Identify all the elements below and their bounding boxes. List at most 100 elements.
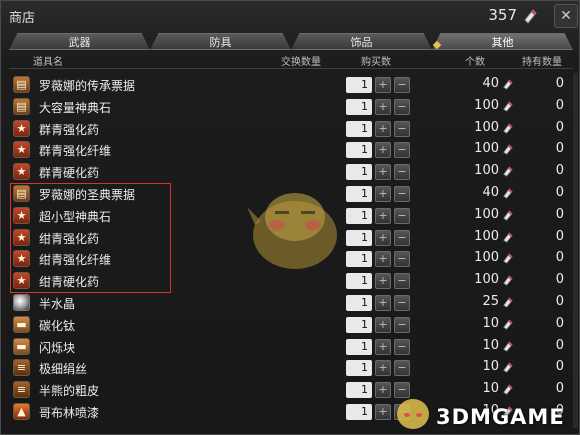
currency-icon <box>503 101 513 112</box>
tab-weapons[interactable]: 武器 <box>9 33 150 50</box>
currency-icon <box>503 210 513 221</box>
item-price: 10 <box>482 381 499 397</box>
purchase-qty-input[interactable]: 1 <box>346 273 372 290</box>
star-icon: ★ <box>13 250 30 268</box>
currency-icon <box>503 384 513 395</box>
decrement-button[interactable]: − <box>394 316 410 333</box>
decrement-button[interactable]: − <box>394 251 410 268</box>
purchase-qty-input[interactable]: 1 <box>346 360 372 377</box>
tab-other[interactable]: 其他 <box>432 33 573 50</box>
item-price: 40 <box>482 185 499 200</box>
orb-icon <box>13 294 30 311</box>
increment-button[interactable]: + <box>375 98 391 115</box>
item-row[interactable]: ▤ 罗薇娜的传承票据 1 + − 40 0 <box>9 74 573 95</box>
decrement-button[interactable]: − <box>394 207 410 224</box>
owned-count: 0 <box>555 250 564 266</box>
item-row[interactable]: ≡ 极细绢丝 1 + − 10 0 <box>9 357 573 378</box>
decrement-button[interactable]: − <box>394 98 410 115</box>
increment-button[interactable]: + <box>375 338 391 355</box>
decrement-button[interactable]: − <box>394 273 410 290</box>
increment-button[interactable]: + <box>375 120 391 137</box>
owned-count: 0 <box>555 272 564 288</box>
increment-button[interactable]: + <box>375 251 391 268</box>
scrollbar[interactable] <box>573 73 578 428</box>
owned-count: 0 <box>555 119 564 135</box>
tab-accessories[interactable]: 饰品 <box>291 33 432 50</box>
currency-icon <box>503 79 513 90</box>
owned-count: 0 <box>555 76 564 91</box>
decrement-button[interactable]: − <box>394 360 410 377</box>
scroll-icon: ≡ <box>13 359 30 377</box>
star-icon: ★ <box>13 163 30 181</box>
close-icon[interactable]: ✕ <box>554 4 578 28</box>
purchase-qty-input[interactable]: 1 <box>346 251 372 268</box>
star-icon: ★ <box>13 119 30 137</box>
purchase-qty-input[interactable]: 1 <box>346 295 372 311</box>
currency-icon <box>503 297 513 308</box>
increment-button[interactable]: + <box>375 360 391 377</box>
item-row[interactable]: ▤ 大容量神典石 1 + − 100 0 <box>9 96 573 117</box>
item-row[interactable]: ▬ 碳化钛 1 + − 10 0 <box>9 314 573 335</box>
item-name: 群青硬化药 <box>39 166 100 181</box>
item-row[interactable]: ★ 绀青硬化药 1 + − 100 0 <box>9 270 573 291</box>
increment-button[interactable]: + <box>375 404 391 420</box>
owned-count: 0 <box>555 294 564 309</box>
item-price: 100 <box>474 141 499 157</box>
decrement-button[interactable]: − <box>394 164 410 181</box>
increment-button[interactable]: + <box>375 316 391 333</box>
item-price: 100 <box>474 163 499 179</box>
currency-amount: 357 <box>488 6 517 24</box>
owned-count: 0 <box>555 381 564 397</box>
decrement-button[interactable]: − <box>394 338 410 355</box>
increment-button[interactable]: + <box>375 207 391 224</box>
decrement-button[interactable]: − <box>394 186 410 202</box>
item-price: 100 <box>474 272 499 288</box>
purchase-qty-input[interactable]: 1 <box>346 142 372 159</box>
increment-button[interactable]: + <box>375 164 391 181</box>
header-divider <box>9 68 573 69</box>
increment-button[interactable]: + <box>375 142 391 159</box>
currency-icon <box>503 340 513 352</box>
decrement-button[interactable]: − <box>394 120 410 137</box>
increment-button[interactable]: + <box>375 186 391 202</box>
purchase-qty-input[interactable]: 1 <box>346 77 372 93</box>
item-row[interactable]: ★ 群青强化纤维 1 + − 100 0 <box>9 139 573 160</box>
increment-button[interactable]: + <box>375 77 391 93</box>
owned-count: 0 <box>555 315 564 331</box>
purchase-qty-input[interactable]: 1 <box>346 186 372 202</box>
decrement-button[interactable]: − <box>394 229 410 246</box>
decrement-button[interactable]: − <box>394 295 410 311</box>
owned-count: 0 <box>555 141 564 157</box>
increment-button[interactable]: + <box>375 382 391 399</box>
purchase-qty-input[interactable]: 1 <box>346 338 372 355</box>
purchase-qty-input[interactable]: 1 <box>346 98 372 115</box>
star-icon: ★ <box>13 272 30 290</box>
fire-icon: ▲ <box>13 403 30 420</box>
tab-armor[interactable]: 防具 <box>150 33 291 50</box>
scroll-icon: ≡ <box>13 381 30 399</box>
item-row[interactable]: ▬ 闪烁块 1 + − 10 0 <box>9 336 573 357</box>
item-price: 10 <box>482 337 499 353</box>
increment-button[interactable]: + <box>375 273 391 290</box>
purchase-qty-input[interactable]: 1 <box>346 120 372 137</box>
item-name: 绀青强化药 <box>39 231 100 246</box>
purchase-qty-input[interactable]: 1 <box>346 404 372 420</box>
purchase-qty-input[interactable]: 1 <box>346 316 372 333</box>
item-row[interactable]: 半水晶 1 + − 25 0 <box>9 292 573 313</box>
purchase-qty-input[interactable]: 1 <box>346 382 372 399</box>
item-price: 40 <box>482 76 499 91</box>
watermark-text: 3DMGAME <box>436 405 565 429</box>
increment-button[interactable]: + <box>375 229 391 246</box>
decrement-button[interactable]: − <box>394 142 410 159</box>
decrement-button[interactable]: − <box>394 77 410 93</box>
item-price: 25 <box>482 294 499 309</box>
item-name: 碳化钛 <box>39 318 76 333</box>
increment-button[interactable]: + <box>375 295 391 311</box>
title-bar: 商店 357 ✕ <box>1 1 580 31</box>
purchase-qty-input[interactable]: 1 <box>346 164 372 181</box>
purchase-qty-input[interactable]: 1 <box>346 229 372 246</box>
item-row[interactable]: ★ 群青强化药 1 + − 100 0 <box>9 118 573 139</box>
purchase-qty-input[interactable]: 1 <box>346 207 372 224</box>
item-price: 100 <box>474 228 499 244</box>
ticket-icon: ▤ <box>13 97 30 115</box>
